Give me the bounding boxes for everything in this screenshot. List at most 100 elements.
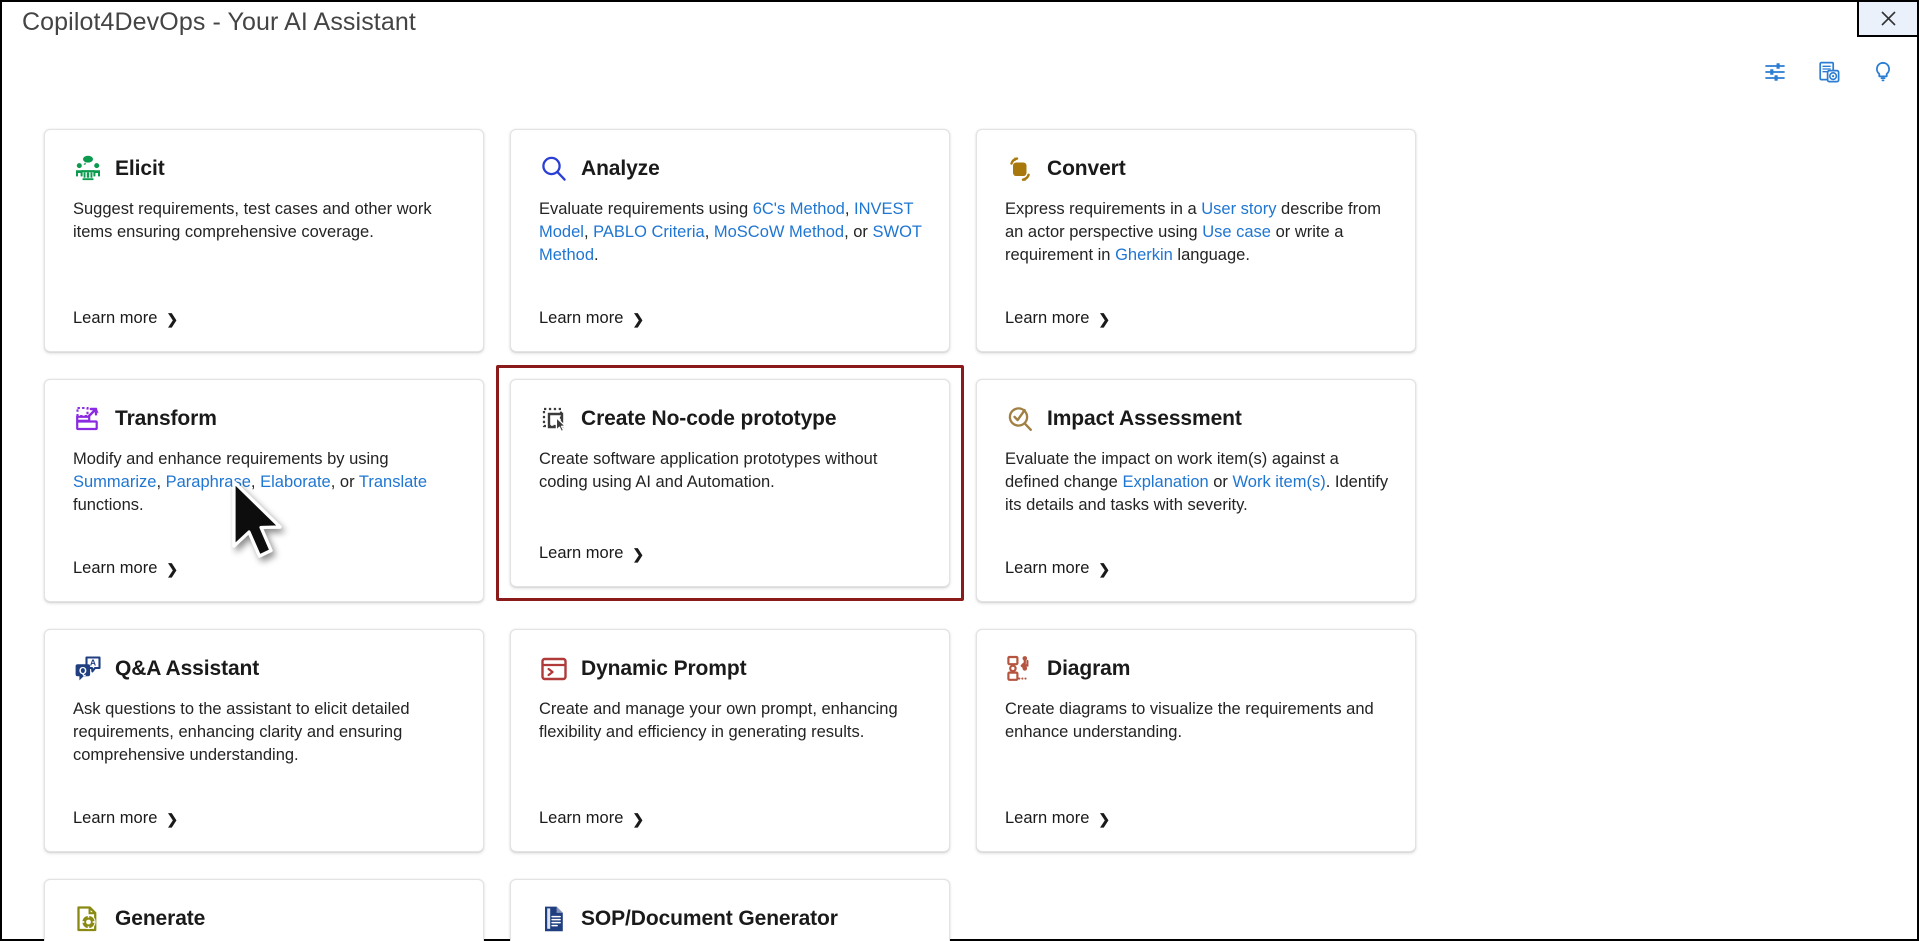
learn-more-link[interactable]: Learn more ❯ — [73, 309, 178, 328]
card-title: Q&A Assistant — [115, 657, 260, 680]
card-text: Evaluate requirements using — [539, 200, 753, 218]
feature-cell-sop-document-generator: SOP/Document GeneratorGenerate documents… — [510, 879, 976, 941]
card-text: language. — [1172, 245, 1250, 264]
people-meeting-icon — [73, 154, 103, 184]
feature-card-diagram[interactable]: Diagram Create diagrams to visualize the … — [976, 629, 1416, 852]
feature-card-qa-assistant[interactable]: A Q Q&A Assistant Ask questions to the as… — [44, 629, 484, 852]
chevron-right-icon: ❯ — [632, 810, 645, 827]
card-link[interactable]: Explanation — [1122, 473, 1208, 491]
lightbulb-icon[interactable] — [1869, 58, 1897, 86]
card-link[interactable]: 6C's Method — [753, 200, 845, 218]
card-header: SOP/Document Generator — [539, 903, 923, 935]
learn-more-link[interactable]: Learn more ❯ — [1005, 309, 1110, 328]
card-link[interactable]: Use case — [1202, 223, 1271, 241]
feature-card-analyze[interactable]: Analyze Evaluate requirements using 6C's … — [510, 129, 950, 352]
card-text: , — [583, 222, 594, 241]
flowchart-nodes-icon — [1005, 654, 1035, 684]
card-description: Evaluate the impact on work item(s) agai… — [1005, 448, 1389, 517]
card-text: Ask questions to the assistant to elicit… — [73, 700, 410, 764]
chevron-right-icon: ❯ — [1098, 310, 1111, 327]
feature-card-convert[interactable]: Convert Express requirements in a User st… — [976, 129, 1416, 352]
learn-more-label: Learn more — [73, 309, 158, 327]
feature-cell-impact-assessment: Impact Assessment Evaluate the impact on … — [976, 379, 1442, 629]
card-header: Transform — [73, 403, 457, 435]
learn-more-link[interactable]: Learn more ❯ — [73, 809, 178, 828]
card-title: Dynamic Prompt — [581, 657, 747, 680]
feature-card-transform[interactable]: Transform Modify and enhance requirements… — [44, 379, 484, 602]
card-text: Create and manage your own prompt, enhan… — [539, 700, 898, 741]
learn-more-link[interactable]: Learn more ❯ — [539, 809, 644, 828]
transform-arrow-icon — [73, 404, 103, 434]
chevron-right-icon: ❯ — [1098, 810, 1111, 827]
feature-cell-generate: GenerateTranslate requirements into algo… — [44, 879, 510, 941]
document-gear-icon — [73, 904, 103, 934]
card-description: Suggest requirements, test cases and oth… — [73, 198, 457, 244]
card-header: Impact Assessment — [1005, 403, 1389, 435]
learn-more-link[interactable]: Learn more ❯ — [73, 559, 178, 578]
card-link[interactable]: User story — [1201, 200, 1276, 218]
chevron-right-icon: ❯ — [632, 310, 645, 327]
card-title: Transform — [115, 407, 217, 430]
card-link[interactable]: Translate — [359, 473, 427, 491]
card-link[interactable]: Work item(s) — [1233, 473, 1326, 491]
learn-more-link[interactable]: Learn more ❯ — [1005, 809, 1110, 828]
card-header: Diagram — [1005, 653, 1389, 685]
card-title: Create No-code prototype — [581, 407, 837, 430]
card-header: Convert — [1005, 153, 1389, 185]
learn-more-label: Learn more — [539, 309, 624, 327]
document-settings-icon[interactable] — [1815, 58, 1843, 86]
card-description: Create software application prototypes w… — [539, 448, 923, 494]
card-link[interactable]: MoSCoW Method — [714, 223, 844, 241]
card-text: Create software application prototypes w… — [539, 450, 878, 491]
feature-cell-qa-assistant: A Q Q&A Assistant Ask questions to the as… — [44, 629, 510, 879]
card-title: Analyze — [581, 157, 660, 180]
feature-cell-diagram: Diagram Create diagrams to visualize the … — [976, 629, 1442, 879]
feature-card-create-no-code-prototype[interactable]: Create No-code prototype Create software … — [510, 379, 950, 587]
convert-shapes-icon — [1005, 154, 1035, 184]
card-header: Create No-code prototype — [539, 403, 923, 435]
feature-cell-convert: Convert Express requirements in a User st… — [976, 129, 1442, 379]
card-description: Modify and enhance requirements by using… — [73, 448, 457, 517]
page-title: Copilot4DevOps - Your AI Assistant — [22, 8, 416, 36]
feature-cell-dynamic-prompt: Dynamic Prompt Create and manage your own… — [510, 629, 976, 879]
learn-more-link[interactable]: Learn more ❯ — [539, 309, 644, 328]
card-link[interactable]: Summarize — [73, 473, 156, 491]
card-link[interactable]: Gherkin — [1115, 246, 1173, 264]
feature-card-elicit[interactable]: Elicit Suggest requirements, test cases a… — [44, 129, 484, 352]
card-text: , or — [844, 222, 873, 241]
title-bar: Copilot4DevOps - Your AI Assistant — [2, 0, 1919, 45]
feature-cell-create-no-code-prototype: Create No-code prototype Create software … — [496, 365, 976, 629]
learn-more-link[interactable]: Learn more ❯ — [539, 544, 644, 563]
app-window: Copilot4DevOps - Your AI Assistant Elici… — [0, 0, 1919, 941]
card-link[interactable]: PABLO Criteria — [593, 223, 705, 241]
dashed-select-cursor-icon — [539, 404, 569, 434]
feature-card-impact-assessment[interactable]: Impact Assessment Evaluate the impact on … — [976, 379, 1416, 602]
card-link[interactable]: Elaborate — [260, 473, 331, 491]
svg-text:Q: Q — [79, 666, 87, 677]
close-icon — [1880, 10, 1897, 27]
learn-more-label: Learn more — [73, 559, 158, 577]
learn-more-link[interactable]: Learn more ❯ — [1005, 559, 1110, 578]
feature-card-sop-document-generator[interactable]: SOP/Document GeneratorGenerate documents… — [510, 879, 950, 941]
card-description: Create diagrams to visualize the require… — [1005, 698, 1389, 744]
close-button[interactable] — [1857, 0, 1919, 37]
chevron-right-icon: ❯ — [632, 545, 645, 562]
card-title: SOP/Document Generator — [581, 907, 838, 930]
settings-sliders-icon[interactable] — [1761, 58, 1789, 86]
card-text: Modify and enhance requirements by using — [73, 450, 389, 468]
chevron-right-icon: ❯ — [1098, 560, 1111, 577]
feature-card-generate[interactable]: GenerateTranslate requirements into algo… — [44, 879, 484, 941]
card-text: , — [704, 222, 714, 241]
chevron-right-icon: ❯ — [166, 560, 179, 577]
learn-more-label: Learn more — [1005, 809, 1090, 827]
card-title: Diagram — [1047, 657, 1131, 680]
card-link[interactable]: Paraphrase — [166, 473, 251, 491]
document-lines-icon — [539, 904, 569, 934]
feature-cell-elicit: Elicit Suggest requirements, test cases a… — [44, 129, 510, 379]
learn-more-label: Learn more — [73, 809, 158, 827]
card-title: Elicit — [115, 157, 165, 180]
chevron-right-icon: ❯ — [166, 310, 179, 327]
card-text: Express requirements in a — [1005, 200, 1202, 218]
feature-card-dynamic-prompt[interactable]: Dynamic Prompt Create and manage your own… — [510, 629, 950, 852]
card-title: Impact Assessment — [1047, 407, 1242, 430]
